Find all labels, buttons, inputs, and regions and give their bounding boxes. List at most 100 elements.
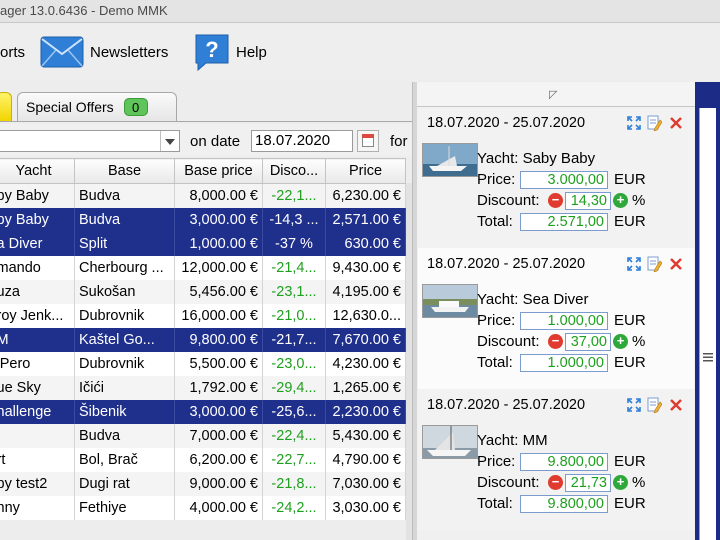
increase-discount-button[interactable]: + <box>613 334 628 349</box>
cell-base: Kaštel Go... <box>74 328 175 352</box>
table-row[interactable]: a Diver Split 1,000.00 € -37 % 630.00 € <box>0 232 406 256</box>
offer-card: 18.07.2020 - 25.07.2020 Yacht: Saby Baby P… <box>418 107 694 248</box>
detail-scrollbar[interactable] <box>699 108 716 540</box>
discount-label: Discount: <box>477 474 540 491</box>
filter-bar: on date 18.07.2020 for <box>0 124 412 156</box>
decrease-discount-button[interactable]: − <box>548 334 563 349</box>
table-row[interactable]: iPeroDubrovnik5,500.00 €-23,0...4,230.00… <box>0 352 406 376</box>
decrease-discount-button[interactable]: − <box>548 475 563 490</box>
increase-discount-button[interactable]: + <box>613 193 628 208</box>
column-header-discount[interactable]: Disco... <box>262 158 326 184</box>
yacht-image-icon <box>423 426 477 458</box>
price-field[interactable]: 3.000,00 <box>520 171 608 189</box>
cell-price: 7,670.00 € <box>325 328 406 352</box>
calendar-button[interactable] <box>357 130 379 152</box>
tab-special-offers-count: 0 <box>123 98 148 116</box>
cell-base: Fethiye <box>74 496 175 520</box>
cell-base-price: 5,456.00 € <box>174 280 263 304</box>
cell-price: 630.00 € <box>325 232 406 256</box>
discount-field[interactable]: 14,30 <box>565 192 611 210</box>
tab-previous[interactable] <box>0 92 12 121</box>
table-row[interactable]: rtBol, Brač6,200.00 €-22,7...4,790.00 € <box>0 448 406 472</box>
cell-base-price: 6,200.00 € <box>174 448 263 472</box>
cell-base-price: 9,000.00 € <box>174 472 263 496</box>
table-row[interactable]: ue Sky Ičići 1,792.00 € -29,4... 1,265.00 € <box>0 376 406 400</box>
date-input[interactable]: 18.07.2020 <box>251 130 353 152</box>
price-label: Price: <box>477 171 516 188</box>
cell-price: 7,030.00 € <box>325 472 406 496</box>
resize-corner-icon: ◸ <box>549 89 558 101</box>
table-row[interactable]: uza Sukošan 5,456.00 € -23,1... 4,195.00 € <box>0 280 406 304</box>
price-currency: EUR <box>614 312 646 329</box>
discount-field[interactable]: 21,73 <box>565 474 611 492</box>
offer-yacht-name: Yacht: MM <box>477 432 548 449</box>
table-row[interactable]: roy Jenk... Dubrovnik 16,000.00 € -21,0... 1… <box>0 304 406 328</box>
total-label: Total: <box>477 495 513 512</box>
edit-icon[interactable] <box>646 397 663 414</box>
calendar-icon <box>362 134 374 147</box>
tab-special-offers[interactable]: Special Offers 0 <box>17 92 177 121</box>
expand-icon[interactable] <box>626 256 642 272</box>
expand-icon[interactable] <box>626 115 642 131</box>
table-header-row: Yacht Base Base price Disco... Price <box>0 158 406 184</box>
total-field[interactable]: 2.571,00 <box>520 213 608 231</box>
table-row[interactable]: by test2 Dugi rat 9,000.00 € -21,8... 7,030.… <box>0 472 406 496</box>
newsletters-label: Newsletters <box>90 43 169 61</box>
price-field[interactable]: 9.800,00 <box>520 453 608 471</box>
column-header-price[interactable]: Price <box>325 158 406 184</box>
svg-text:?: ? <box>205 37 218 62</box>
chevron-down-icon[interactable] <box>160 131 179 151</box>
cell-discount: -22,7... <box>262 448 326 472</box>
help-button[interactable]: ? Help <box>194 23 267 81</box>
close-icon[interactable] <box>668 397 684 413</box>
decrease-discount-button[interactable]: − <box>548 193 563 208</box>
edit-icon[interactable] <box>646 115 663 132</box>
column-header-base[interactable]: Base <box>74 158 175 184</box>
table-row[interactable]: Budva 7,000.00 € -22,4... 5,430.00 € <box>0 424 406 448</box>
cell-yacht: uza <box>0 280 75 304</box>
table-row[interactable]: mando Cherbourg ... 12,000.00 € -21,4... 9,4… <box>0 256 406 280</box>
table-row[interactable]: by Baby Budva 3,000.00 € -14,3 ... 2,571.00 … <box>0 208 406 232</box>
yacht-image-icon <box>423 285 477 317</box>
cell-price: 4,790.00 € <box>325 448 406 472</box>
column-header-yacht[interactable]: Yacht <box>0 158 75 184</box>
table-row[interactable]: M Kaštel Go... 9,800.00 € -21,7... 7,670.00 … <box>0 328 406 352</box>
offer-card: 18.07.2020 - 25.07.2020 Yacht: Sea Diver P… <box>418 248 694 389</box>
total-currency: EUR <box>614 354 646 371</box>
cell-price: 9,430.00 € <box>325 256 406 280</box>
expand-icon[interactable] <box>626 397 642 413</box>
cell-price: 4,195.00 € <box>325 280 406 304</box>
cell-yacht: by Baby <box>0 208 75 232</box>
column-header-base-price[interactable]: Base price <box>174 158 263 184</box>
cell-base: Sukošan <box>74 280 175 304</box>
total-field[interactable]: 1.000,00 <box>520 354 608 372</box>
cell-base-price: 1,000.00 € <box>174 232 263 256</box>
cell-discount: -21,4... <box>262 256 326 280</box>
newsletters-button[interactable]: Newsletters <box>40 23 168 81</box>
table-row[interactable]: by Baby Budva 8,000.00 € -22,1... 6,230.00 € <box>0 183 406 208</box>
offer-card: 18.07.2020 - 25.07.2020 Yacht: MM Price: 9.… <box>418 389 694 530</box>
close-icon[interactable] <box>668 256 684 272</box>
increase-discount-button[interactable]: + <box>613 475 628 490</box>
price-field[interactable]: 1.000,00 <box>520 312 608 330</box>
cell-base-price: 16,000.00 € <box>174 304 263 328</box>
filter-combo[interactable] <box>0 130 180 152</box>
reports-button[interactable]: orts <box>0 23 25 81</box>
total-field[interactable]: 9.800,00 <box>520 495 608 513</box>
table-row[interactable]: nny Fethiye 4,000.00 € -24,2... 3,030.00 € <box>0 496 406 520</box>
cell-base: Dubrovnik <box>74 352 175 376</box>
offer-dates: 18.07.2020 - 25.07.2020 <box>427 256 586 272</box>
cell-price: 6,230.00 € <box>325 183 406 208</box>
table-row[interactable]: hallenge Šibenik 3,000.00 € -25,6... 2,230.0… <box>0 400 406 424</box>
tab-divider <box>0 121 412 122</box>
close-icon[interactable] <box>668 115 684 131</box>
price-label: Price: <box>477 453 516 470</box>
cell-yacht: iPero <box>0 352 75 376</box>
cell-yacht: by test2 <box>0 472 75 496</box>
cell-base: Dubrovnik <box>74 304 175 328</box>
cell-yacht: M <box>0 328 75 352</box>
cell-discount: -22,1... <box>262 183 326 208</box>
cell-price: 2,571.00 € <box>325 208 406 232</box>
discount-field[interactable]: 37,00 <box>565 333 611 351</box>
edit-icon[interactable] <box>646 256 663 273</box>
